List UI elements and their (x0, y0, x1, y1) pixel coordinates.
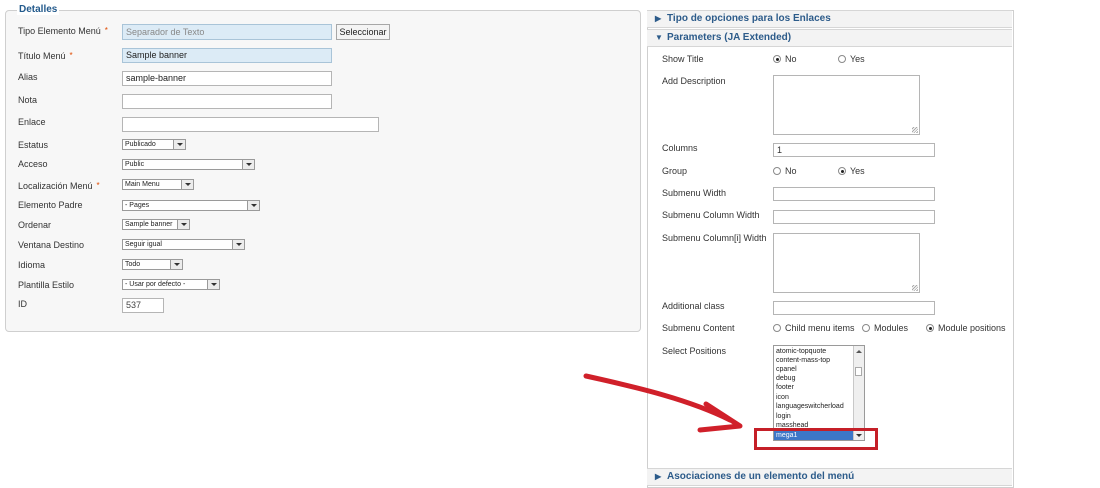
chevron-down-icon (247, 201, 259, 210)
required-asterisk: * (104, 26, 108, 35)
label-show-title: Show Title (662, 54, 704, 64)
label-additional-class: Additional class (662, 301, 725, 311)
label-ventana-destino: Ventana Destino (18, 240, 85, 250)
submenu-columni-width-textarea[interactable] (773, 233, 920, 293)
pane-link-type-options[interactable]: ▶ Tipo de opciones para los Enlaces (647, 10, 1012, 28)
columns-input[interactable]: 1 (773, 143, 935, 157)
submenu-content-positions-label: Module positions (938, 323, 1006, 333)
label-titulo-menu: Título Menú * (18, 51, 73, 61)
list-item[interactable]: login (776, 412, 791, 421)
label-submenu-columni-width: Submenu Column[i] Width (662, 233, 767, 243)
submenu-content-child-label: Child menu items (785, 323, 855, 333)
label-id: ID (18, 299, 27, 309)
id-field: 537 (122, 298, 164, 313)
scrollbar-thumb[interactable] (855, 367, 862, 376)
list-item[interactable]: content-mass-top (776, 356, 830, 365)
list-item[interactable]: cpanel (776, 365, 797, 374)
menu-item-type-field: Separador de Texto (122, 24, 332, 40)
submenu-column-width-input[interactable] (773, 210, 935, 224)
list-item[interactable]: languageswitcherload (776, 402, 844, 411)
submenu-content-child-radio[interactable] (773, 324, 781, 332)
group-no-radio[interactable] (773, 167, 781, 175)
show-title-no-label: No (785, 54, 797, 64)
submenu-content-positions-radio[interactable] (926, 324, 934, 332)
scroll-up-icon[interactable] (854, 347, 863, 355)
required-asterisk: * (69, 51, 73, 60)
chevron-down-icon (242, 160, 254, 169)
label-localizacion-menu: Localización Menú * (18, 181, 100, 191)
chevron-down-icon (232, 240, 244, 249)
label-ordenar: Ordenar (18, 220, 52, 230)
parent-item-select[interactable]: - Pages (122, 200, 260, 211)
chevron-down-icon (177, 220, 189, 229)
label-elemento-padre: Elemento Padre (18, 200, 83, 210)
menu-title-input[interactable]: Sample banner (122, 48, 332, 63)
submenu-content-modules-label: Modules (874, 323, 909, 333)
list-item[interactable]: atomic-topquote (776, 347, 826, 356)
list-item[interactable]: debug (776, 374, 795, 383)
access-select[interactable]: Public (122, 159, 255, 170)
resize-grip-icon[interactable] (912, 285, 918, 291)
ordering-select[interactable]: Sample banner (122, 219, 190, 230)
chevron-down-icon (170, 260, 182, 269)
submenu-content-modules-radio[interactable] (862, 324, 870, 332)
annotation-highlight-box (754, 428, 878, 450)
group-yes-label: Yes (850, 166, 865, 176)
chevron-down-icon (181, 180, 193, 189)
language-select[interactable]: Todo (122, 259, 183, 270)
required-asterisk: * (96, 181, 100, 190)
label-add-description: Add Description (662, 76, 726, 86)
show-title-yes-label: Yes (850, 54, 865, 64)
label-alias: Alias (18, 72, 38, 82)
label-group: Group (662, 166, 688, 176)
listbox-scrollbar[interactable] (853, 346, 864, 440)
show-title-no-radio[interactable] (773, 55, 781, 63)
target-window-select[interactable]: Seguir igual (122, 239, 245, 250)
add-description-textarea[interactable] (773, 75, 920, 135)
alias-input[interactable]: sample-banner (122, 71, 332, 86)
label-enlace: Enlace (18, 117, 46, 127)
chevron-right-icon: ▶ (655, 472, 662, 481)
group-no-label: No (785, 166, 797, 176)
label-tipo-elemento: Tipo Elemento Menú * (18, 26, 108, 36)
status-select[interactable]: Publicado (122, 139, 186, 150)
template-style-select[interactable]: - Usar por defecto - (122, 279, 220, 290)
submenu-width-input[interactable] (773, 187, 935, 201)
label-idioma: Idioma (18, 260, 46, 270)
menu-location-select[interactable]: Main Menu (122, 179, 194, 190)
group-yes-radio[interactable] (838, 167, 846, 175)
link-input[interactable] (122, 117, 379, 132)
label-submenu-width: Submenu Width (662, 188, 727, 198)
chevron-down-icon: ▼ (655, 33, 663, 42)
label-submenu-column-width: Submenu Column Width (662, 210, 760, 220)
label-select-positions: Select Positions (662, 346, 727, 356)
select-type-button[interactable]: Seleccionar (336, 24, 390, 40)
pane-ja-extended-parameters[interactable]: ▼ Parameters (JA Extended) (647, 29, 1012, 47)
list-item[interactable]: footer (776, 383, 794, 392)
list-item[interactable]: icon (776, 393, 789, 402)
label-estatus: Estatus (18, 140, 49, 150)
chevron-down-icon (173, 140, 185, 149)
show-title-yes-radio[interactable] (838, 55, 846, 63)
pane-menu-item-associations[interactable]: ▶ Asociaciones de un elemento del menú (647, 468, 1012, 486)
label-plantilla-estilo: Plantilla Estilo (18, 280, 75, 290)
annotation-arrow-icon (583, 373, 743, 433)
label-nota: Nota (18, 95, 38, 105)
label-columns: Columns (662, 143, 698, 153)
resize-grip-icon[interactable] (912, 127, 918, 133)
label-submenu-content: Submenu Content (662, 323, 735, 333)
details-legend: Detalles (17, 4, 60, 15)
note-input[interactable] (122, 94, 332, 109)
chevron-right-icon: ▶ (655, 14, 662, 23)
chevron-down-icon (207, 280, 219, 289)
label-acceso: Acceso (18, 159, 48, 169)
positions-listbox[interactable]: atomic-topquote content-mass-top cpanel … (773, 345, 865, 441)
additional-class-input[interactable] (773, 301, 935, 315)
